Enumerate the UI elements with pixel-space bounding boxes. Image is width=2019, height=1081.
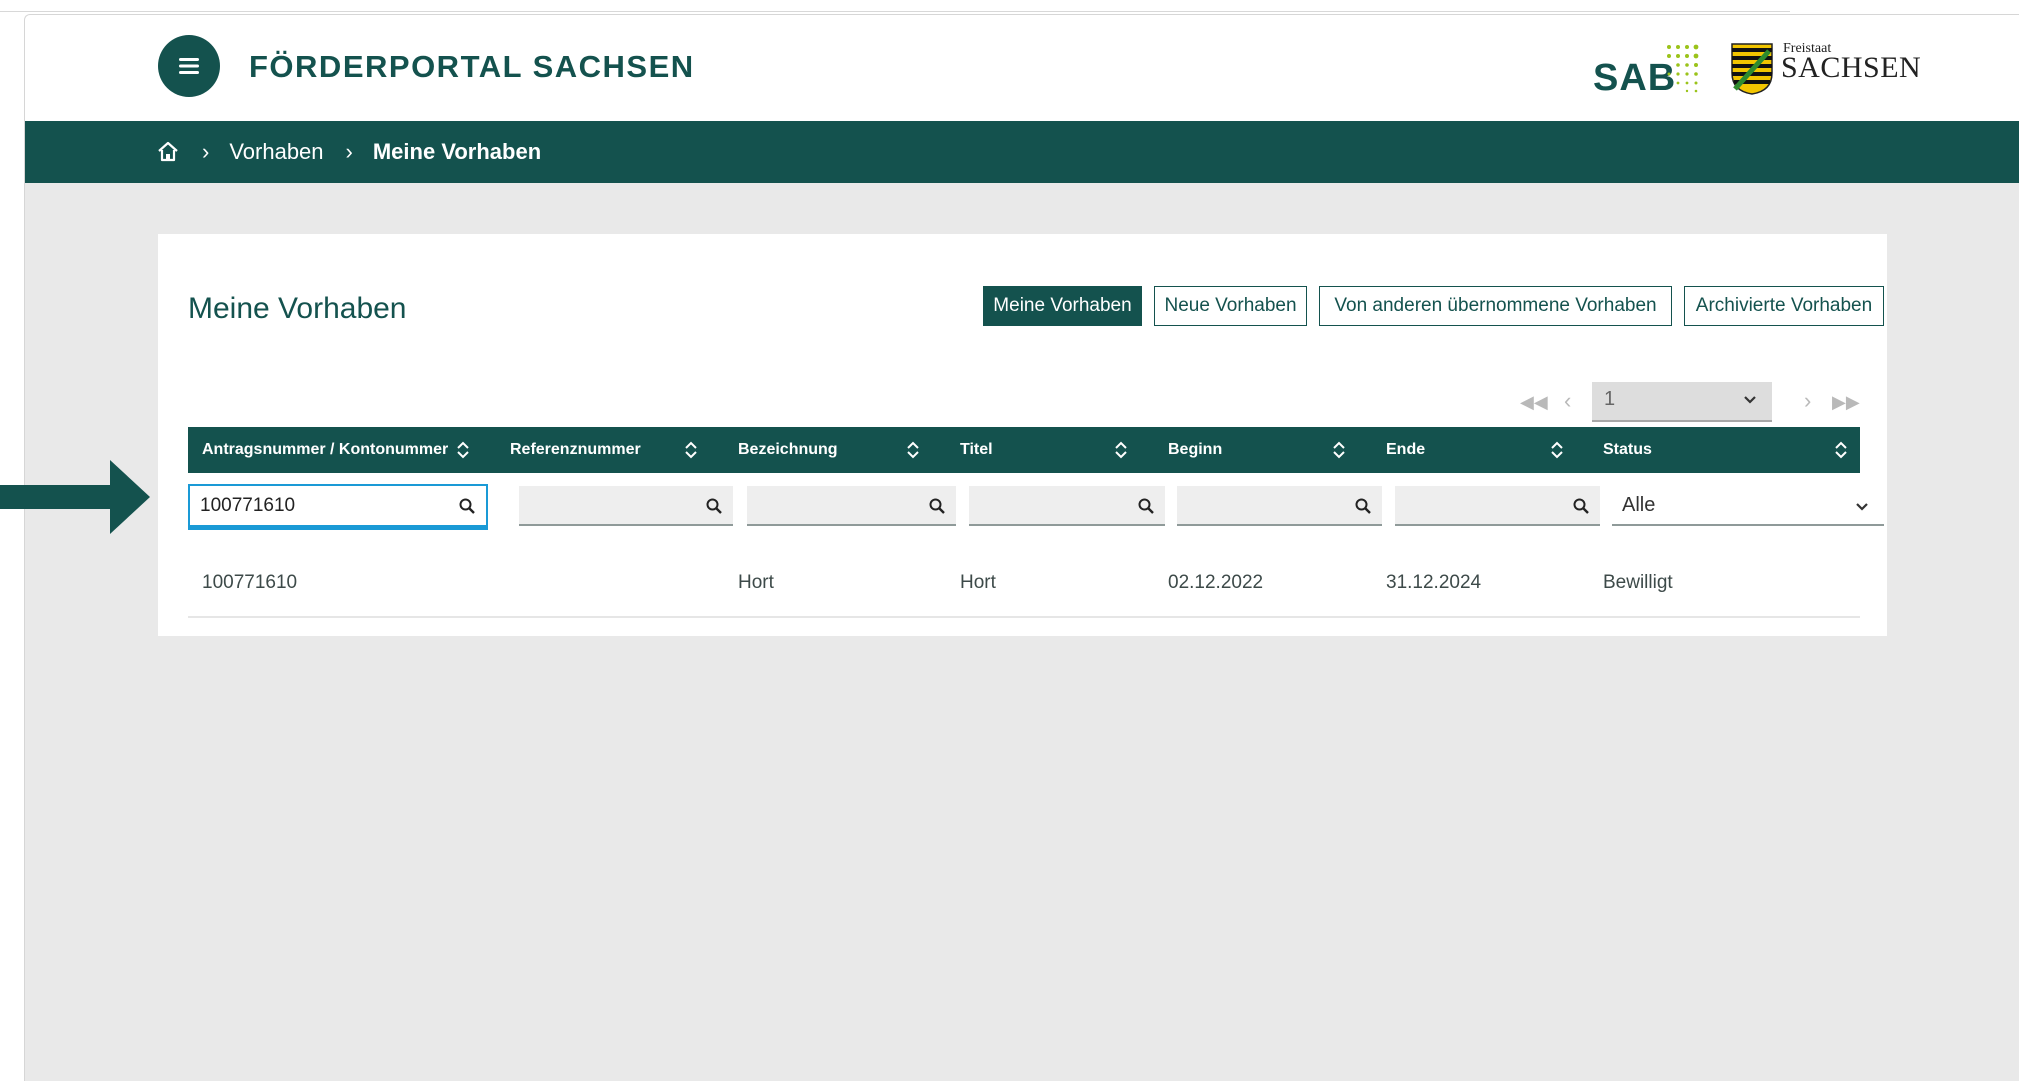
- tab-neue-vorhaben[interactable]: Neue Vorhaben: [1154, 286, 1307, 326]
- pagination: ◀◀ ‹ 1 › ▶▶: [1520, 382, 1880, 422]
- sort-icon: [1835, 441, 1847, 459]
- search-icon[interactable]: [928, 497, 946, 515]
- search-icon[interactable]: [1137, 497, 1155, 515]
- last-page-icon[interactable]: ▶▶: [1832, 392, 1860, 413]
- vorhaben-card: Meine Vorhaben Meine Vorhaben Neue Vorha…: [158, 234, 1887, 636]
- beginn-filter-input[interactable]: [1177, 486, 1382, 524]
- column-header-label: Status: [1603, 441, 1652, 458]
- titel-filter: [969, 486, 1165, 526]
- status-filter-value: Alle: [1622, 494, 1656, 516]
- column-header-bezeichnung[interactable]: Bezeichnung: [724, 427, 932, 473]
- chevron-right-icon: ›: [202, 139, 210, 164]
- sab-logo-text: SAB: [1593, 57, 1677, 99]
- sab-logo[interactable]: SAB: [1593, 39, 1703, 99]
- column-header-label: Ende: [1386, 441, 1426, 458]
- breadcrumb: › Vorhaben › Meine Vorhaben: [25, 121, 2019, 183]
- status-filter-select[interactable]: Alle: [1612, 486, 1884, 526]
- portal-title[interactable]: FÖRDERPORTAL SACHSEN: [249, 49, 695, 85]
- chevron-down-icon: [1856, 503, 1868, 511]
- chevron-right-icon: ›: [345, 139, 353, 164]
- cell-ende: 31.12.2024: [1386, 572, 1482, 593]
- cell-titel: Hort: [960, 572, 996, 593]
- hamburger-icon: [179, 58, 199, 74]
- page-select-value: 1: [1604, 388, 1616, 410]
- cell-bezeichnung: Hort: [738, 572, 774, 593]
- menu-button[interactable]: [158, 35, 220, 97]
- column-header-antragsnummer[interactable]: Antragsnummer / Kontonummer: [188, 427, 482, 473]
- ende-filter-input[interactable]: [1395, 486, 1600, 524]
- home-icon[interactable]: [156, 140, 180, 164]
- site-header: FÖRDERPORTAL SACHSEN SAB Freistaat SACHS…: [25, 15, 2019, 121]
- sachsen-logo-big-text: SACHSEN: [1781, 51, 1922, 84]
- antragsnummer-filter-input[interactable]: [190, 486, 486, 525]
- search-icon[interactable]: [705, 497, 723, 515]
- antragsnummer-filter: [188, 484, 488, 530]
- column-header-ende[interactable]: Ende: [1372, 427, 1576, 473]
- referenznummer-filter: [519, 486, 733, 526]
- sort-icon: [457, 441, 469, 459]
- column-header-beginn[interactable]: Beginn: [1154, 427, 1358, 473]
- column-header-status[interactable]: Status: [1589, 427, 1860, 473]
- page-select[interactable]: 1: [1592, 382, 1772, 422]
- column-header-referenznummer[interactable]: Referenznummer: [496, 427, 710, 473]
- annotation-arrow-icon: [0, 460, 150, 534]
- chevron-down-icon: [1744, 396, 1756, 404]
- sort-icon: [685, 441, 697, 459]
- ende-filter: [1395, 486, 1600, 526]
- previous-page-icon[interactable]: ‹: [1564, 388, 1571, 414]
- sort-icon: [1115, 441, 1127, 459]
- column-header-label: Bezeichnung: [738, 441, 838, 458]
- column-header-titel[interactable]: Titel: [946, 427, 1140, 473]
- cell-beginn: 02.12.2022: [1168, 572, 1264, 593]
- breadcrumb-item-meine-vorhaben: Meine Vorhaben: [372, 139, 542, 164]
- column-header-label: Referenznummer: [510, 441, 641, 458]
- sachsen-coat-of-arms-icon: [1731, 43, 1773, 95]
- beginn-filter: [1177, 486, 1382, 526]
- search-icon[interactable]: [1354, 497, 1372, 515]
- first-page-icon[interactable]: ◀◀: [1520, 392, 1548, 413]
- bezeichnung-filter-input[interactable]: [747, 486, 956, 524]
- tab-meine-vorhaben[interactable]: Meine Vorhaben: [983, 286, 1142, 326]
- next-page-icon[interactable]: ›: [1804, 388, 1811, 414]
- column-header-label: Titel: [960, 441, 993, 458]
- app-frame: FÖRDERPORTAL SACHSEN SAB Freistaat SACHS…: [24, 14, 2019, 1081]
- freistaat-sachsen-logo[interactable]: Freistaat SACHSEN: [1731, 41, 1921, 97]
- cell-antragsnummer[interactable]: 100771610: [202, 572, 297, 594]
- column-header-label: Antragsnummer / Kontonummer: [202, 441, 449, 458]
- table-header: Antragsnummer / Kontonummer Referenznumm…: [188, 427, 1860, 473]
- referenznummer-filter-input[interactable]: [519, 486, 733, 524]
- sort-icon: [907, 441, 919, 459]
- tab-archivierte-vorhaben[interactable]: Archivierte Vorhaben: [1684, 286, 1884, 326]
- sab-dots-icon: [1667, 44, 1699, 93]
- breadcrumb-item-vorhaben[interactable]: Vorhaben: [229, 139, 323, 165]
- tab-uebernommene-vorhaben[interactable]: Von anderen übernommene Vorhaben: [1319, 286, 1672, 326]
- search-icon[interactable]: [458, 497, 476, 515]
- table-row[interactable]: 100771610 Hort Hort 02.12.2022 31.12.202…: [188, 552, 1860, 618]
- search-icon[interactable]: [1572, 497, 1590, 515]
- sort-icon: [1551, 441, 1563, 459]
- page-title: Meine Vorhaben: [188, 292, 407, 325]
- browser-top-edge: [0, 0, 1790, 12]
- column-header-label: Beginn: [1168, 441, 1223, 458]
- bezeichnung-filter: [747, 486, 956, 526]
- titel-filter-input[interactable]: [969, 486, 1165, 524]
- cell-status: Bewilligt: [1603, 572, 1673, 593]
- sort-icon: [1333, 441, 1345, 459]
